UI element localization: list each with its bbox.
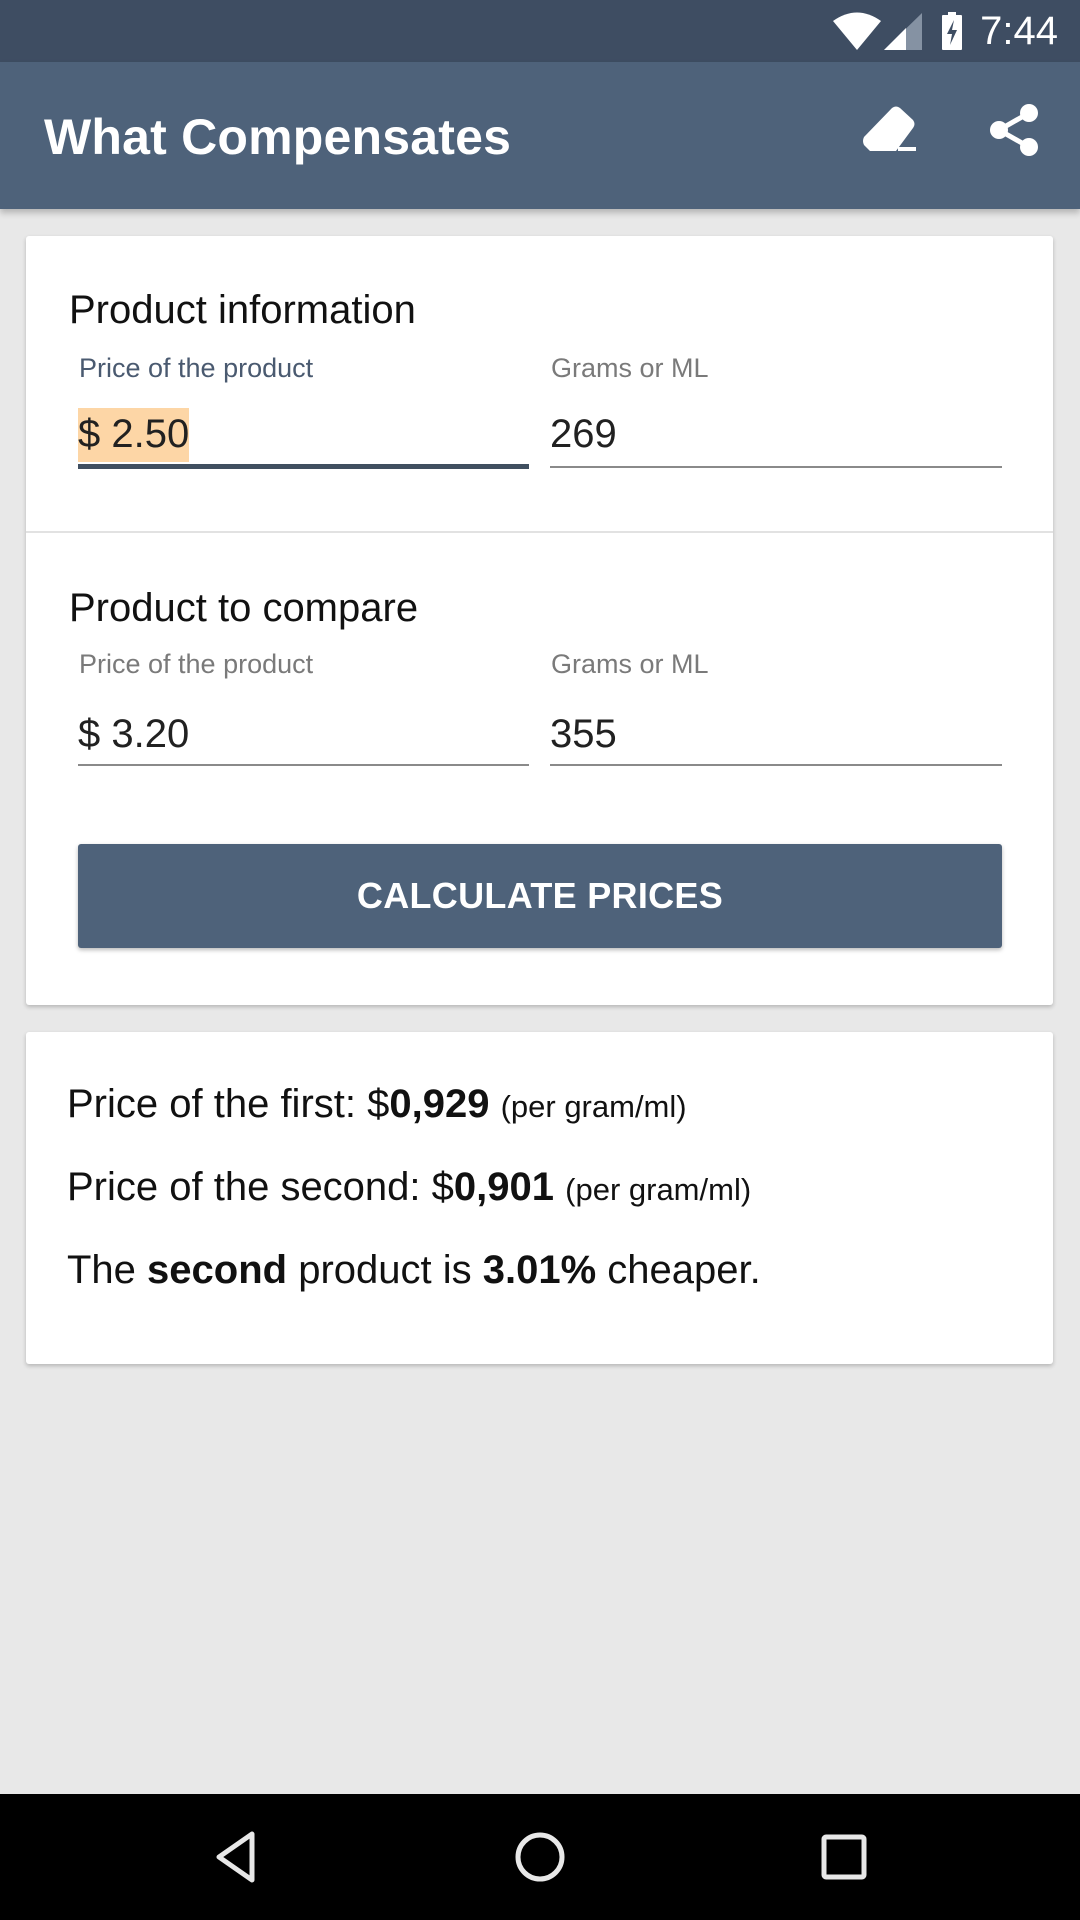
first-price-unit: (per gram/ml) bbox=[500, 1089, 687, 1124]
first-price-result: Price of the first: $0,929 (per gram/ml) bbox=[67, 1080, 687, 1131]
status-bar: 7:44 bbox=[0, 0, 1080, 62]
product-1-price-underline bbox=[78, 464, 529, 469]
summary-text: cheaper. bbox=[596, 1248, 761, 1292]
signal-icon bbox=[884, 13, 922, 50]
summary-text: product is bbox=[287, 1248, 483, 1292]
recents-button[interactable] bbox=[804, 1814, 884, 1900]
product-2-amount-label: Grams or ML bbox=[551, 649, 709, 679]
product-2-price-field[interactable]: Price of the product $ 3.20 bbox=[78, 642, 529, 770]
system-nav-bar bbox=[0, 1794, 1080, 1920]
recents-icon bbox=[821, 1834, 867, 1880]
product-1-amount-label: Grams or ML bbox=[551, 353, 709, 383]
product-1-amount-underline bbox=[550, 466, 1002, 468]
product-1-price-label: Price of the product bbox=[79, 353, 314, 383]
first-price-prefix: Price of the first: $ bbox=[67, 1082, 390, 1126]
product-1-price-value: $ 2.50 bbox=[78, 408, 190, 462]
back-button[interactable] bbox=[196, 1814, 276, 1900]
back-icon bbox=[216, 1831, 255, 1883]
product-1-amount-field[interactable]: Grams or ML 269 bbox=[550, 346, 1002, 474]
product-2-price-input[interactable]: $ 3.20 bbox=[78, 710, 189, 758]
second-price-value: 0,901 bbox=[453, 1165, 555, 1209]
app-title: What Compensates bbox=[44, 109, 512, 165]
home-button[interactable] bbox=[500, 1814, 580, 1900]
battery-charging-icon bbox=[942, 12, 962, 50]
calculate-prices-button[interactable]: CALCULATE PRICES bbox=[78, 844, 1002, 948]
product-2-price-underline bbox=[78, 764, 529, 766]
share-button[interactable] bbox=[975, 90, 1055, 170]
comparison-summary: The second product is 3.01% cheaper. bbox=[67, 1246, 761, 1294]
second-price-prefix: Price of the second: $ bbox=[67, 1165, 454, 1209]
wifi-icon bbox=[833, 12, 881, 50]
product-1-price-input[interactable]: $ 2.50 bbox=[78, 408, 190, 462]
product-1-price-field[interactable]: Price of the product $ 2.50 bbox=[78, 346, 529, 474]
product-information-title: Product information bbox=[69, 288, 416, 332]
product-2-amount-field[interactable]: Grams or ML 355 bbox=[550, 642, 1002, 770]
status-time: 7:44 bbox=[980, 9, 1058, 53]
results-card: Price of the first: $0,929 (per gram/ml)… bbox=[26, 1032, 1053, 1364]
second-price-unit: (per gram/ml) bbox=[565, 1172, 752, 1207]
eraser-icon bbox=[863, 106, 916, 151]
product-2-amount-input[interactable]: 355 bbox=[550, 710, 617, 758]
cheaper-product: second bbox=[147, 1248, 288, 1292]
app-toolbar: What Compensates bbox=[0, 62, 1080, 209]
clear-button[interactable] bbox=[850, 90, 930, 170]
product-to-compare-title: Product to compare bbox=[69, 586, 419, 630]
first-price-value: 0,929 bbox=[389, 1082, 490, 1126]
home-icon bbox=[515, 1832, 565, 1882]
second-price-result: Price of the second: $0,901 (per gram/ml… bbox=[67, 1163, 751, 1214]
product-2-amount-underline bbox=[550, 764, 1002, 766]
product-2-price-label: Price of the product bbox=[79, 649, 314, 679]
share-icon bbox=[990, 104, 1038, 156]
section-divider bbox=[26, 531, 1053, 533]
product-1-amount-input[interactable]: 269 bbox=[550, 410, 617, 458]
summary-text: The bbox=[67, 1248, 148, 1292]
product-input-card: Product information Price of the product… bbox=[26, 236, 1053, 1005]
savings-percent: 3.01% bbox=[482, 1248, 597, 1292]
